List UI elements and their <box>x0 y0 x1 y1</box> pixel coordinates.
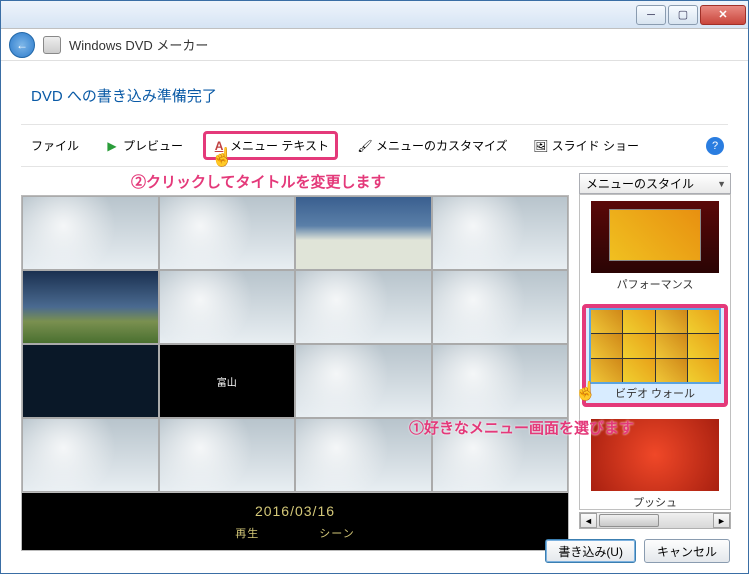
app-window: ─ ▢ ✕ ← Windows DVD メーカー DVD への書き込み準備完了 … <box>0 0 749 574</box>
file-label: ファイル <box>31 137 79 154</box>
menu-text-label: メニュー テキスト <box>230 137 329 154</box>
burn-button[interactable]: 書き込み(U) <box>545 539 636 563</box>
titlebar: ─ ▢ ✕ <box>1 1 748 29</box>
style-label: ビデオ ウォール <box>588 385 722 401</box>
close-button[interactable]: ✕ <box>700 5 746 25</box>
style-label: パフォーマンス <box>584 276 726 292</box>
grid-cell <box>159 196 296 270</box>
chevron-down-icon: ▼ <box>717 179 726 189</box>
customize-button[interactable]: 🖌 メニューのカスタマイズ <box>352 134 514 157</box>
style-label: プッシュ <box>584 494 726 510</box>
arrow-left-icon: ← <box>16 38 28 52</box>
cancel-button[interactable]: キャンセル <box>644 539 730 563</box>
preview-button[interactable]: ▶ プレビュー <box>99 134 189 157</box>
grid-cell <box>432 196 569 270</box>
preview-pane: ②クリックしてタイトルを変更します ☝ 富山 <box>21 173 569 551</box>
customize-icon: 🖌 <box>358 139 372 153</box>
style-item-video-wall[interactable]: ビデオ ウォール <box>582 304 728 407</box>
grid-cell <box>432 270 569 344</box>
style-item-performance[interactable]: パフォーマンス <box>582 199 728 294</box>
preview-date: 2016/03/16 <box>255 503 335 519</box>
grid-cell <box>22 344 159 418</box>
scroll-left-icon[interactable]: ◄ <box>580 513 597 528</box>
style-thumb <box>591 201 719 273</box>
workarea: ②クリックしてタイトルを変更します ☝ 富山 <box>21 173 728 551</box>
side-pane: メニューのスタイル ▼ パフォーマンス ビデオ ウォール <box>579 173 731 551</box>
grid-cell <box>159 270 296 344</box>
style-thumb <box>591 310 719 382</box>
grid-cell <box>295 344 432 418</box>
cursor-icon: ☝ <box>211 147 233 168</box>
grid-cell <box>295 196 432 270</box>
maximize-button[interactable]: ▢ <box>668 5 698 25</box>
preview-footer: 2016/03/16 再生 シーン <box>21 493 569 551</box>
content-area: DVD への書き込み準備完了 ファイル ▶ プレビュー A メニュー テキスト … <box>1 61 748 561</box>
scroll-thumb[interactable] <box>599 514 659 527</box>
horizontal-scrollbar[interactable]: ◄ ► <box>579 512 731 529</box>
play-icon: ▶ <box>105 139 119 153</box>
app-title: Windows DVD メーカー <box>69 35 208 54</box>
grid-cell <box>432 344 569 418</box>
cell-title-text: 富山 <box>217 374 237 389</box>
slideshow-label: スライド ショー <box>552 137 639 154</box>
toolbar: ファイル ▶ プレビュー A メニュー テキスト 🖌 メニューのカスタマイズ 🖼… <box>21 124 728 167</box>
grid-cell <box>22 418 159 492</box>
minimize-button[interactable]: ─ <box>636 5 666 25</box>
annotation-2: ②クリックしてタイトルを変更します <box>131 171 386 192</box>
cursor-icon: ☝ <box>575 381 597 402</box>
grid-cell <box>22 270 159 344</box>
customize-label: メニューのカスタマイズ <box>376 137 508 154</box>
preview-grid: 富山 <box>21 195 569 493</box>
file-menu[interactable]: ファイル <box>25 134 85 157</box>
help-icon: ? <box>712 140 718 152</box>
scroll-right-icon[interactable]: ► <box>713 513 730 528</box>
grid-cell <box>295 270 432 344</box>
dropdown-label: メニューのスタイル <box>586 175 694 192</box>
grid-cell <box>22 196 159 270</box>
bottom-bar: 書き込み(U) キャンセル <box>545 539 730 563</box>
navbar: ← Windows DVD メーカー <box>1 29 748 61</box>
preview-label: プレビュー <box>123 137 183 154</box>
help-button[interactable]: ? <box>706 137 724 155</box>
scene-link[interactable]: シーン <box>319 525 354 541</box>
back-button[interactable]: ← <box>9 32 35 58</box>
slideshow-icon: 🖼 <box>534 139 548 153</box>
play-link[interactable]: 再生 <box>235 525 259 541</box>
style-dropdown[interactable]: メニューのスタイル ▼ <box>579 173 731 194</box>
app-icon <box>43 36 61 54</box>
grid-cell-title: 富山 <box>159 344 296 418</box>
annotation-1: ①好きなメニュー画面を選びます <box>409 417 689 438</box>
slideshow-button[interactable]: 🖼 スライド ショー <box>528 134 645 157</box>
style-list: パフォーマンス ビデオ ウォール プッシュ <box>579 194 731 510</box>
page-heading: DVD への書き込み準備完了 <box>21 71 728 124</box>
grid-cell <box>159 418 296 492</box>
